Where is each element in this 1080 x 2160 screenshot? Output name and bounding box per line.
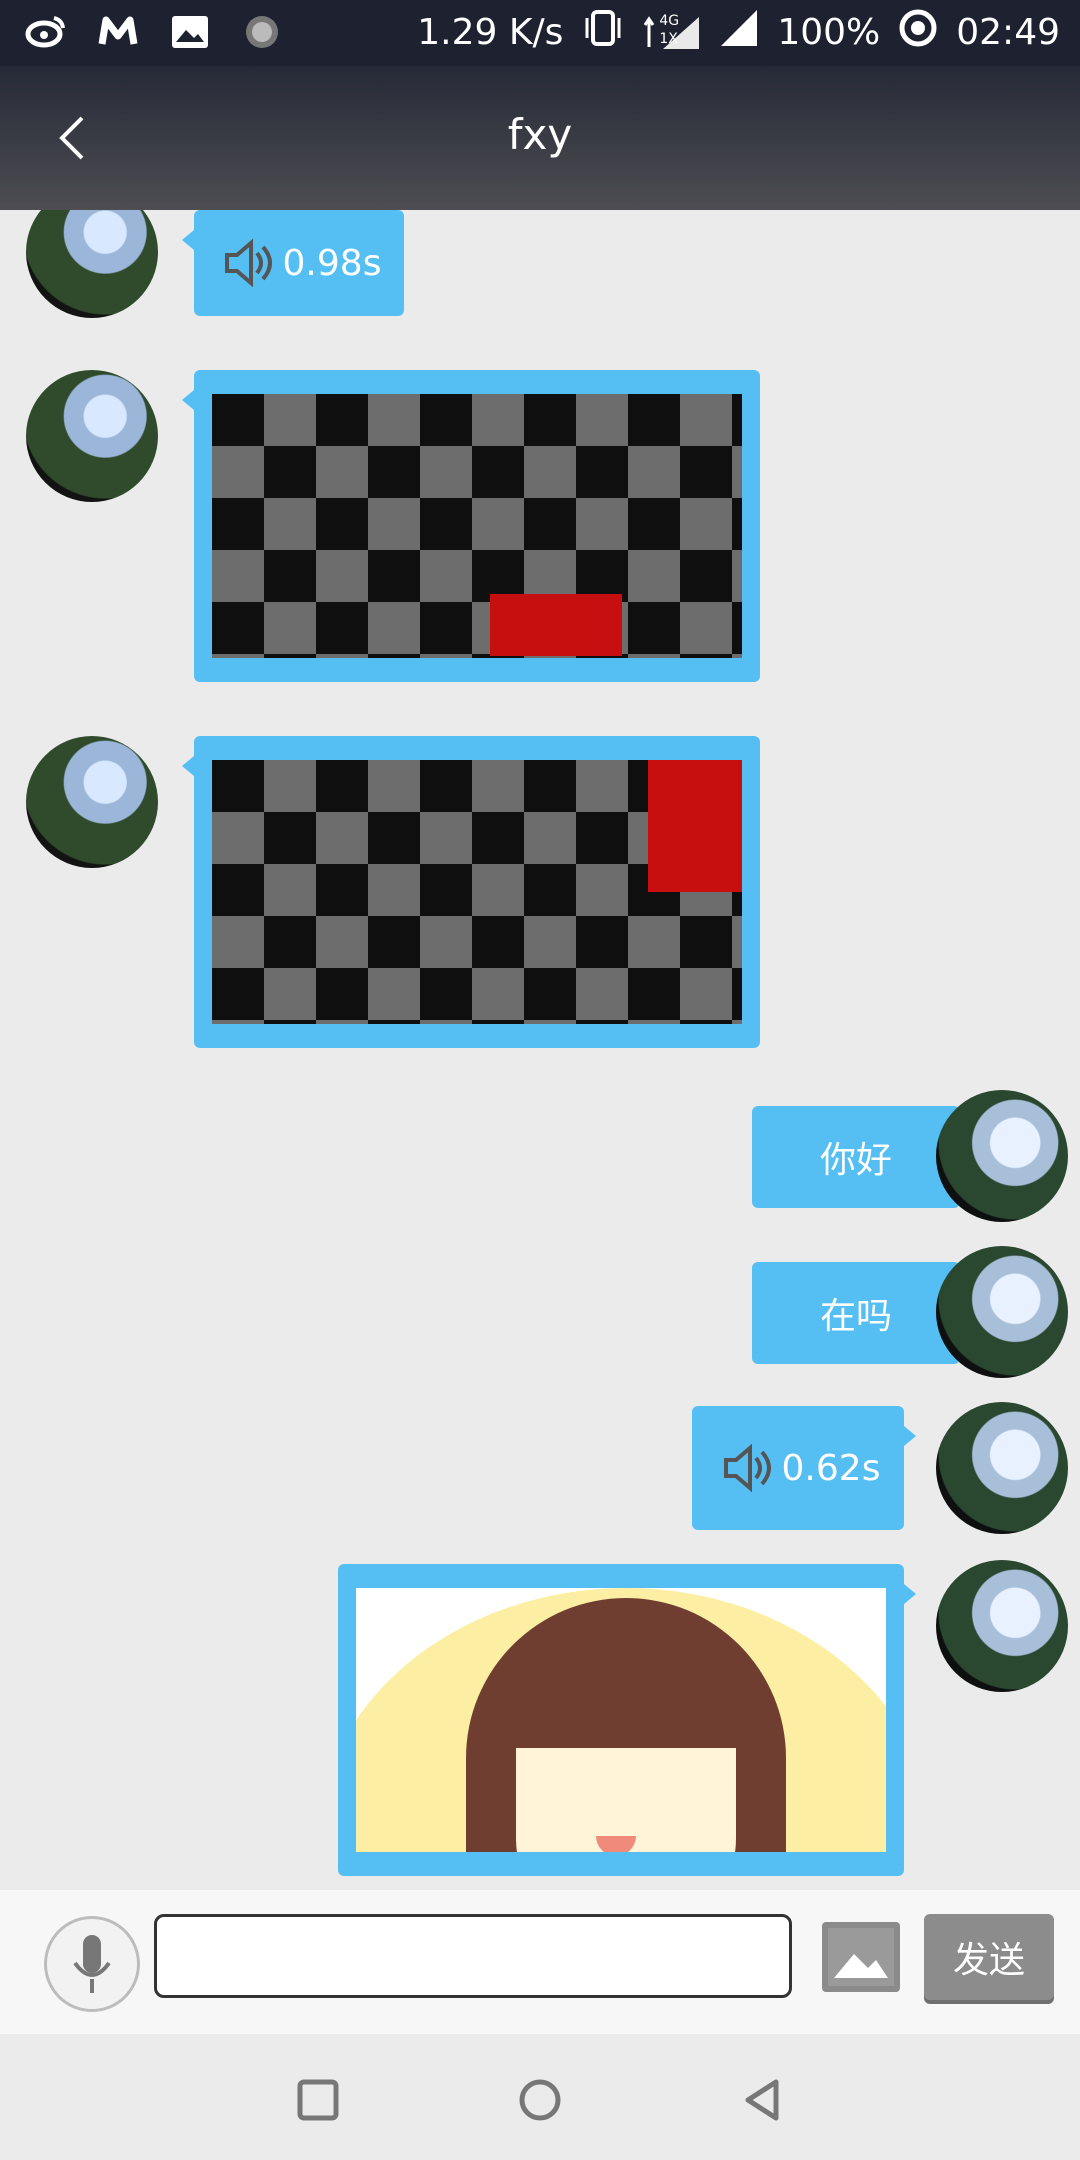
message-image [212, 760, 742, 1024]
message-text: 你好 [819, 1140, 892, 1181]
input-bar: 发送 [0, 1890, 1080, 2034]
voice-duration: 0.62s [781, 1447, 881, 1489]
avatar[interactable] [936, 1090, 1068, 1222]
signal-4g-icon: 4G 1X [643, 13, 701, 53]
avatar[interactable] [26, 736, 158, 868]
text-message[interactable]: 你好 [752, 1106, 972, 1208]
text-message[interactable]: 在吗 [752, 1262, 972, 1364]
focus-icon [898, 8, 938, 57]
send-label: 发送 [952, 1940, 1025, 1981]
image-mouth [596, 1836, 636, 1852]
chat-area[interactable]: 0.98s 你好 在吗 0.62s [0, 210, 1080, 1890]
image-icon [828, 1928, 894, 1986]
image-picker-button[interactable] [822, 1922, 900, 1992]
chat-title: fxy [507, 110, 573, 159]
voice-duration: 0.98s [282, 242, 382, 284]
voice-message[interactable]: 0.98s [182, 210, 404, 316]
image-message[interactable] [182, 370, 760, 682]
chat-header: fxy [0, 66, 1080, 210]
network-speed: 1.29 K/s [417, 12, 564, 53]
status-right: 1.29 K/s 4G 1X 100% 02:49 [417, 8, 1060, 57]
status-left-icons [24, 10, 284, 54]
red-block [648, 760, 742, 892]
voice-message[interactable]: 0.62s [692, 1406, 916, 1530]
girl-image [356, 1588, 886, 1852]
loading-icon [240, 10, 284, 54]
message-text: 在吗 [819, 1296, 892, 1337]
battery-percentage: 100% [777, 12, 881, 53]
avatar[interactable] [936, 1402, 1068, 1534]
microphone-icon [73, 1935, 111, 1993]
status-bar: 1.29 K/s 4G 1X 100% 02:49 [0, 0, 1080, 66]
vibrate-icon [581, 8, 625, 57]
square-icon [297, 2079, 339, 2121]
weibo-icon [24, 10, 68, 54]
message-input[interactable] [154, 1914, 792, 1998]
clock-time: 02:49 [956, 12, 1060, 53]
avatar[interactable] [26, 210, 158, 318]
avatar[interactable] [936, 1246, 1068, 1378]
send-button[interactable]: 发送 [924, 1914, 1054, 2000]
avatar[interactable] [26, 370, 158, 502]
speaker-icon [723, 1443, 771, 1493]
speaker-icon [224, 238, 272, 288]
image-message[interactable] [182, 736, 760, 1048]
home-button[interactable] [516, 2076, 564, 2124]
circle-icon [519, 2079, 561, 2121]
voice-input-button[interactable] [44, 1916, 140, 2012]
triangle-back-icon [745, 2079, 779, 2121]
recent-apps-button[interactable] [294, 2076, 342, 2124]
back-nav-button[interactable] [738, 2076, 786, 2124]
navigation-bar [0, 2034, 1080, 2160]
message-image [212, 394, 742, 658]
m-icon [96, 10, 140, 54]
image-message[interactable] [338, 1564, 916, 1876]
image-icon [168, 10, 212, 54]
avatar[interactable] [936, 1560, 1068, 1692]
signal-icon [719, 8, 759, 57]
red-block [490, 594, 622, 656]
